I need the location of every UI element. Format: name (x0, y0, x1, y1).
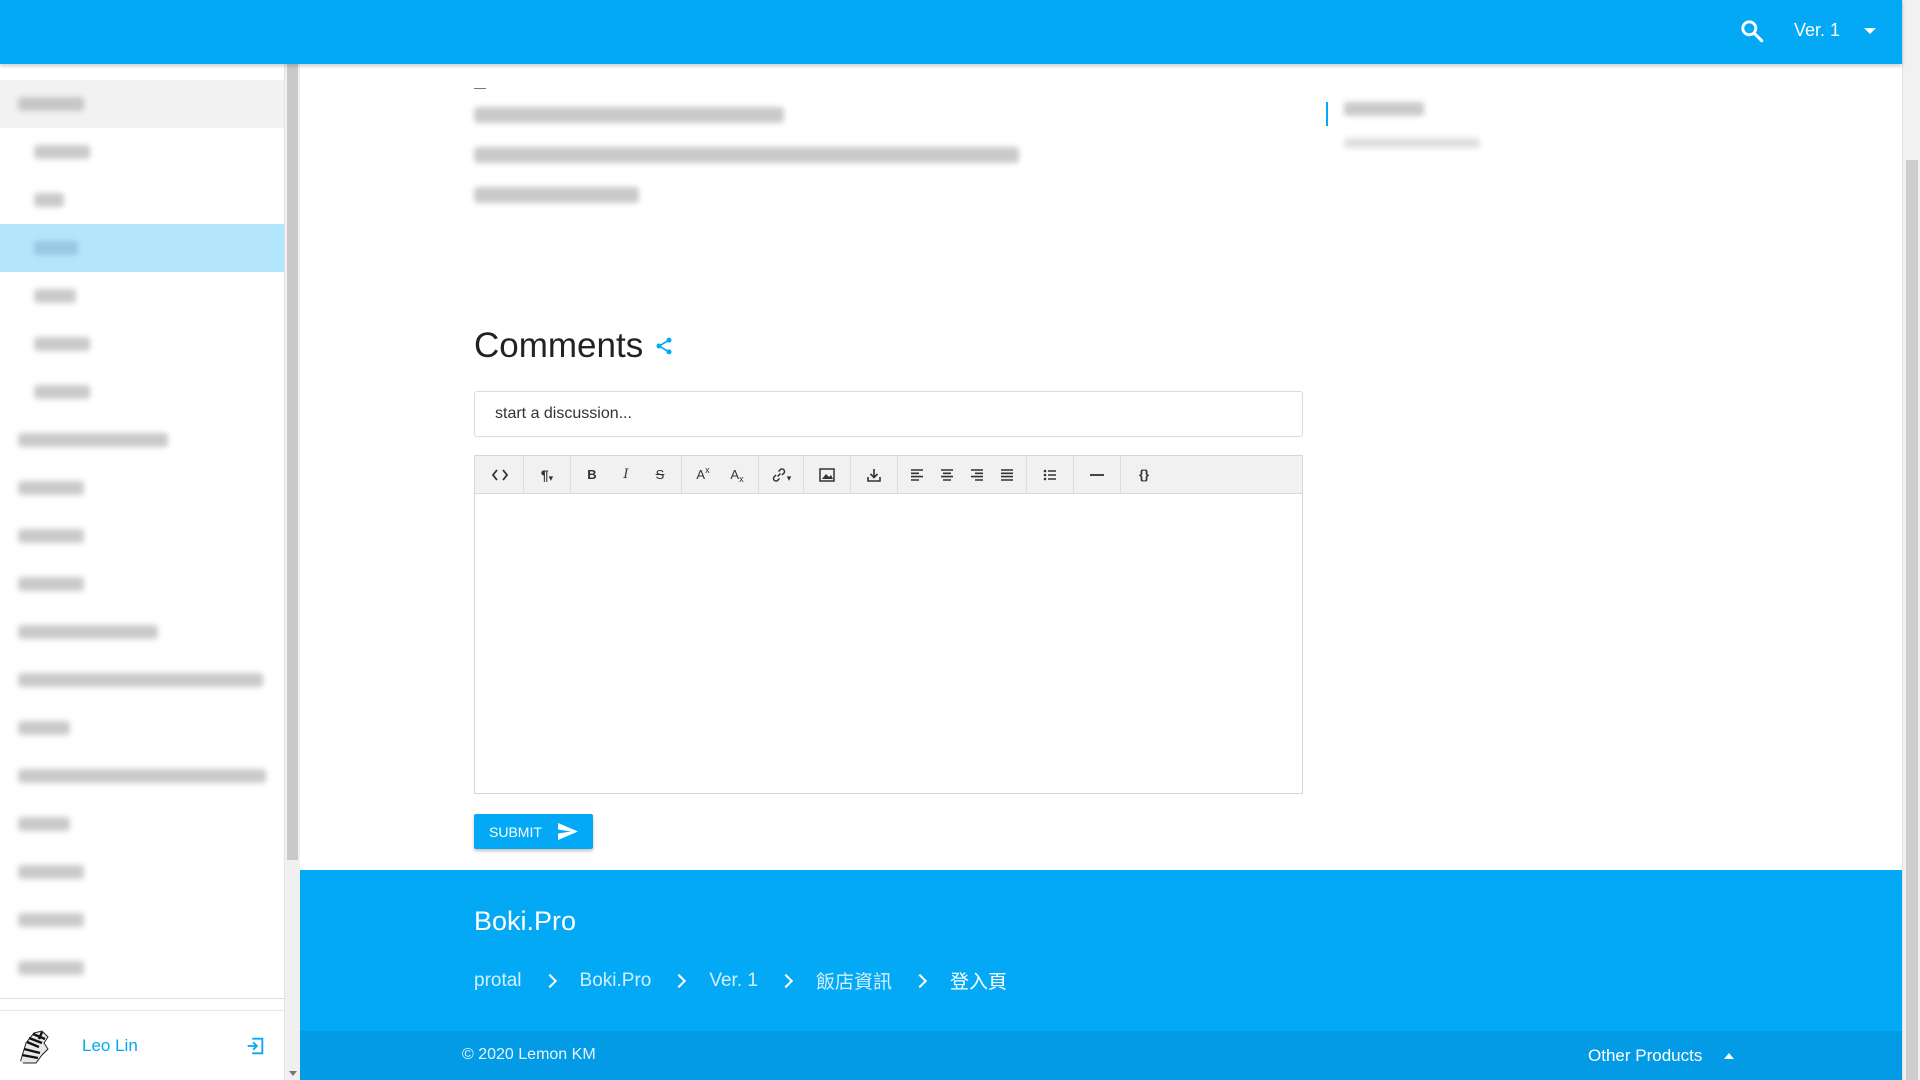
submit-label: SUBMIT (489, 823, 542, 840)
toolbar-separator (1026, 455, 1027, 494)
sidebar-item[interactable] (0, 128, 284, 176)
sidebar (0, 64, 284, 1080)
share-icon[interactable] (654, 336, 674, 356)
toolbar-separator (570, 455, 571, 494)
sidebar-item[interactable] (0, 560, 284, 608)
sidebar-item[interactable] (0, 848, 284, 896)
paragraph-format-button[interactable]: ¶ ▾ (528, 456, 566, 494)
logout-icon[interactable] (244, 1035, 266, 1057)
toolbar-separator (1073, 455, 1074, 494)
sidebar-item[interactable] (0, 944, 284, 992)
editor-toolbar: ¶ ▾ B I S Ax Ax ▾ {} (475, 455, 1302, 494)
breadcrumb-item[interactable]: protal (474, 970, 522, 992)
chevron-right-icon (778, 973, 794, 988)
toolbar-separator (850, 455, 851, 494)
comments-title: Comments (474, 326, 644, 365)
version-selector[interactable]: Ver. 1 (1794, 20, 1877, 41)
italic-button[interactable]: I (609, 456, 643, 494)
main-content: Comments ¶▾ B I S Ax Ax ▾ (300, 64, 1902, 870)
sub-footer: © 2020 Lemon KM Other Products (300, 1031, 1902, 1080)
toolbar-separator (758, 455, 759, 494)
breadcrumb-item[interactable]: Ver. 1 (709, 970, 758, 992)
align-justify-button[interactable] (992, 456, 1022, 494)
divider (474, 88, 486, 89)
zebra-avatar-icon (19, 1029, 49, 1063)
sidebar-item[interactable] (0, 368, 284, 416)
page-scrollbar[interactable] (1902, 0, 1920, 1080)
toolbar-separator (897, 455, 898, 494)
strikethrough-button[interactable]: S (643, 456, 677, 494)
copyright-text: © 2020 Lemon KM (462, 1046, 596, 1063)
search-icon[interactable] (1739, 18, 1765, 44)
superscript-button[interactable]: Ax (686, 456, 720, 494)
submit-button[interactable]: SUBMIT (474, 814, 593, 849)
version-label: Ver. 1 (1794, 20, 1841, 40)
breadcrumb-current: 登入頁 (949, 972, 1007, 993)
scroll-down-arrow-icon[interactable] (289, 1071, 297, 1076)
bold-button[interactable]: B (575, 456, 609, 494)
code-block-button[interactable]: {} (1125, 456, 1163, 494)
sidebar-item[interactable] (0, 656, 284, 704)
user-name[interactable]: Leo Lin (82, 1036, 138, 1056)
sidebar-item[interactable] (0, 320, 284, 368)
sidebar-divider (0, 998, 284, 1002)
sidebar-item[interactable] (0, 416, 284, 464)
bullet-list-button[interactable] (1031, 456, 1069, 494)
sidebar-item[interactable] (0, 464, 284, 512)
other-products-button[interactable]: Other Products (1588, 1046, 1735, 1066)
toolbar-separator (803, 455, 804, 494)
toolbar-separator (681, 455, 682, 494)
insert-file-button[interactable] (855, 456, 893, 494)
rich-text-editor: ¶ ▾ B I S Ax Ax ▾ {} (474, 455, 1303, 794)
sidebar-item[interactable] (0, 80, 284, 128)
sidebar-item[interactable] (0, 176, 284, 224)
chevron-right-icon (912, 973, 928, 988)
breadcrumb-item[interactable]: Boki.Pro (580, 970, 652, 992)
sidebar-nav (0, 80, 284, 992)
toolbar-separator (1120, 455, 1121, 494)
horizontal-rule-button[interactable] (1078, 456, 1116, 494)
sidebar-item[interactable] (0, 272, 284, 320)
user-bar: Leo Lin (0, 1010, 284, 1080)
align-center-button[interactable] (932, 456, 962, 494)
subscript-button[interactable]: Ax (720, 456, 754, 494)
chevron-right-icon (672, 973, 687, 988)
sidebar-scroll-thumb[interactable] (287, 64, 298, 860)
chevron-right-icon (542, 973, 557, 988)
sidebar-item[interactable] (0, 608, 284, 656)
toc-links[interactable] (1344, 102, 1480, 148)
sidebar-item[interactable] (0, 896, 284, 944)
sidebar-scrollbar[interactable] (284, 64, 300, 1080)
align-left-button[interactable] (902, 456, 932, 494)
page-scroll-thumb[interactable] (1906, 160, 1918, 1080)
caret-up-icon (1724, 1053, 1735, 1059)
avatar[interactable] (14, 1024, 56, 1067)
breadcrumb-item[interactable]: 飯店資訊 (816, 967, 892, 994)
code-view-button[interactable] (481, 456, 519, 494)
other-products-label: Other Products (1588, 1046, 1703, 1065)
sidebar-item[interactable] (0, 752, 284, 800)
insert-image-button[interactable] (808, 456, 846, 494)
breadcrumb: protal Boki.Pro Ver. 1 飯店資訊 登入頁 (474, 967, 1007, 994)
send-icon (557, 823, 578, 840)
discussion-input[interactable] (474, 391, 1303, 437)
top-app-bar: Ver. 1 (0, 0, 1902, 64)
sidebar-item[interactable] (0, 800, 284, 848)
sidebar-item-active[interactable] (0, 224, 284, 272)
insert-link-button[interactable]: ▾ (763, 456, 799, 494)
blurred-paragraph (474, 107, 1019, 203)
sidebar-item[interactable] (0, 512, 284, 560)
caret-down-icon (1864, 27, 1877, 34)
sidebar-item[interactable] (0, 704, 284, 752)
align-right-button[interactable] (962, 456, 992, 494)
footer: Boki.Pro protal Boki.Pro Ver. 1 飯店資訊 登入頁 (300, 870, 1902, 1031)
footer-brand: Boki.Pro (474, 906, 577, 936)
toc-indicator (1326, 102, 1328, 126)
editor-text-area[interactable] (475, 494, 1302, 793)
toolbar-separator (523, 455, 524, 494)
